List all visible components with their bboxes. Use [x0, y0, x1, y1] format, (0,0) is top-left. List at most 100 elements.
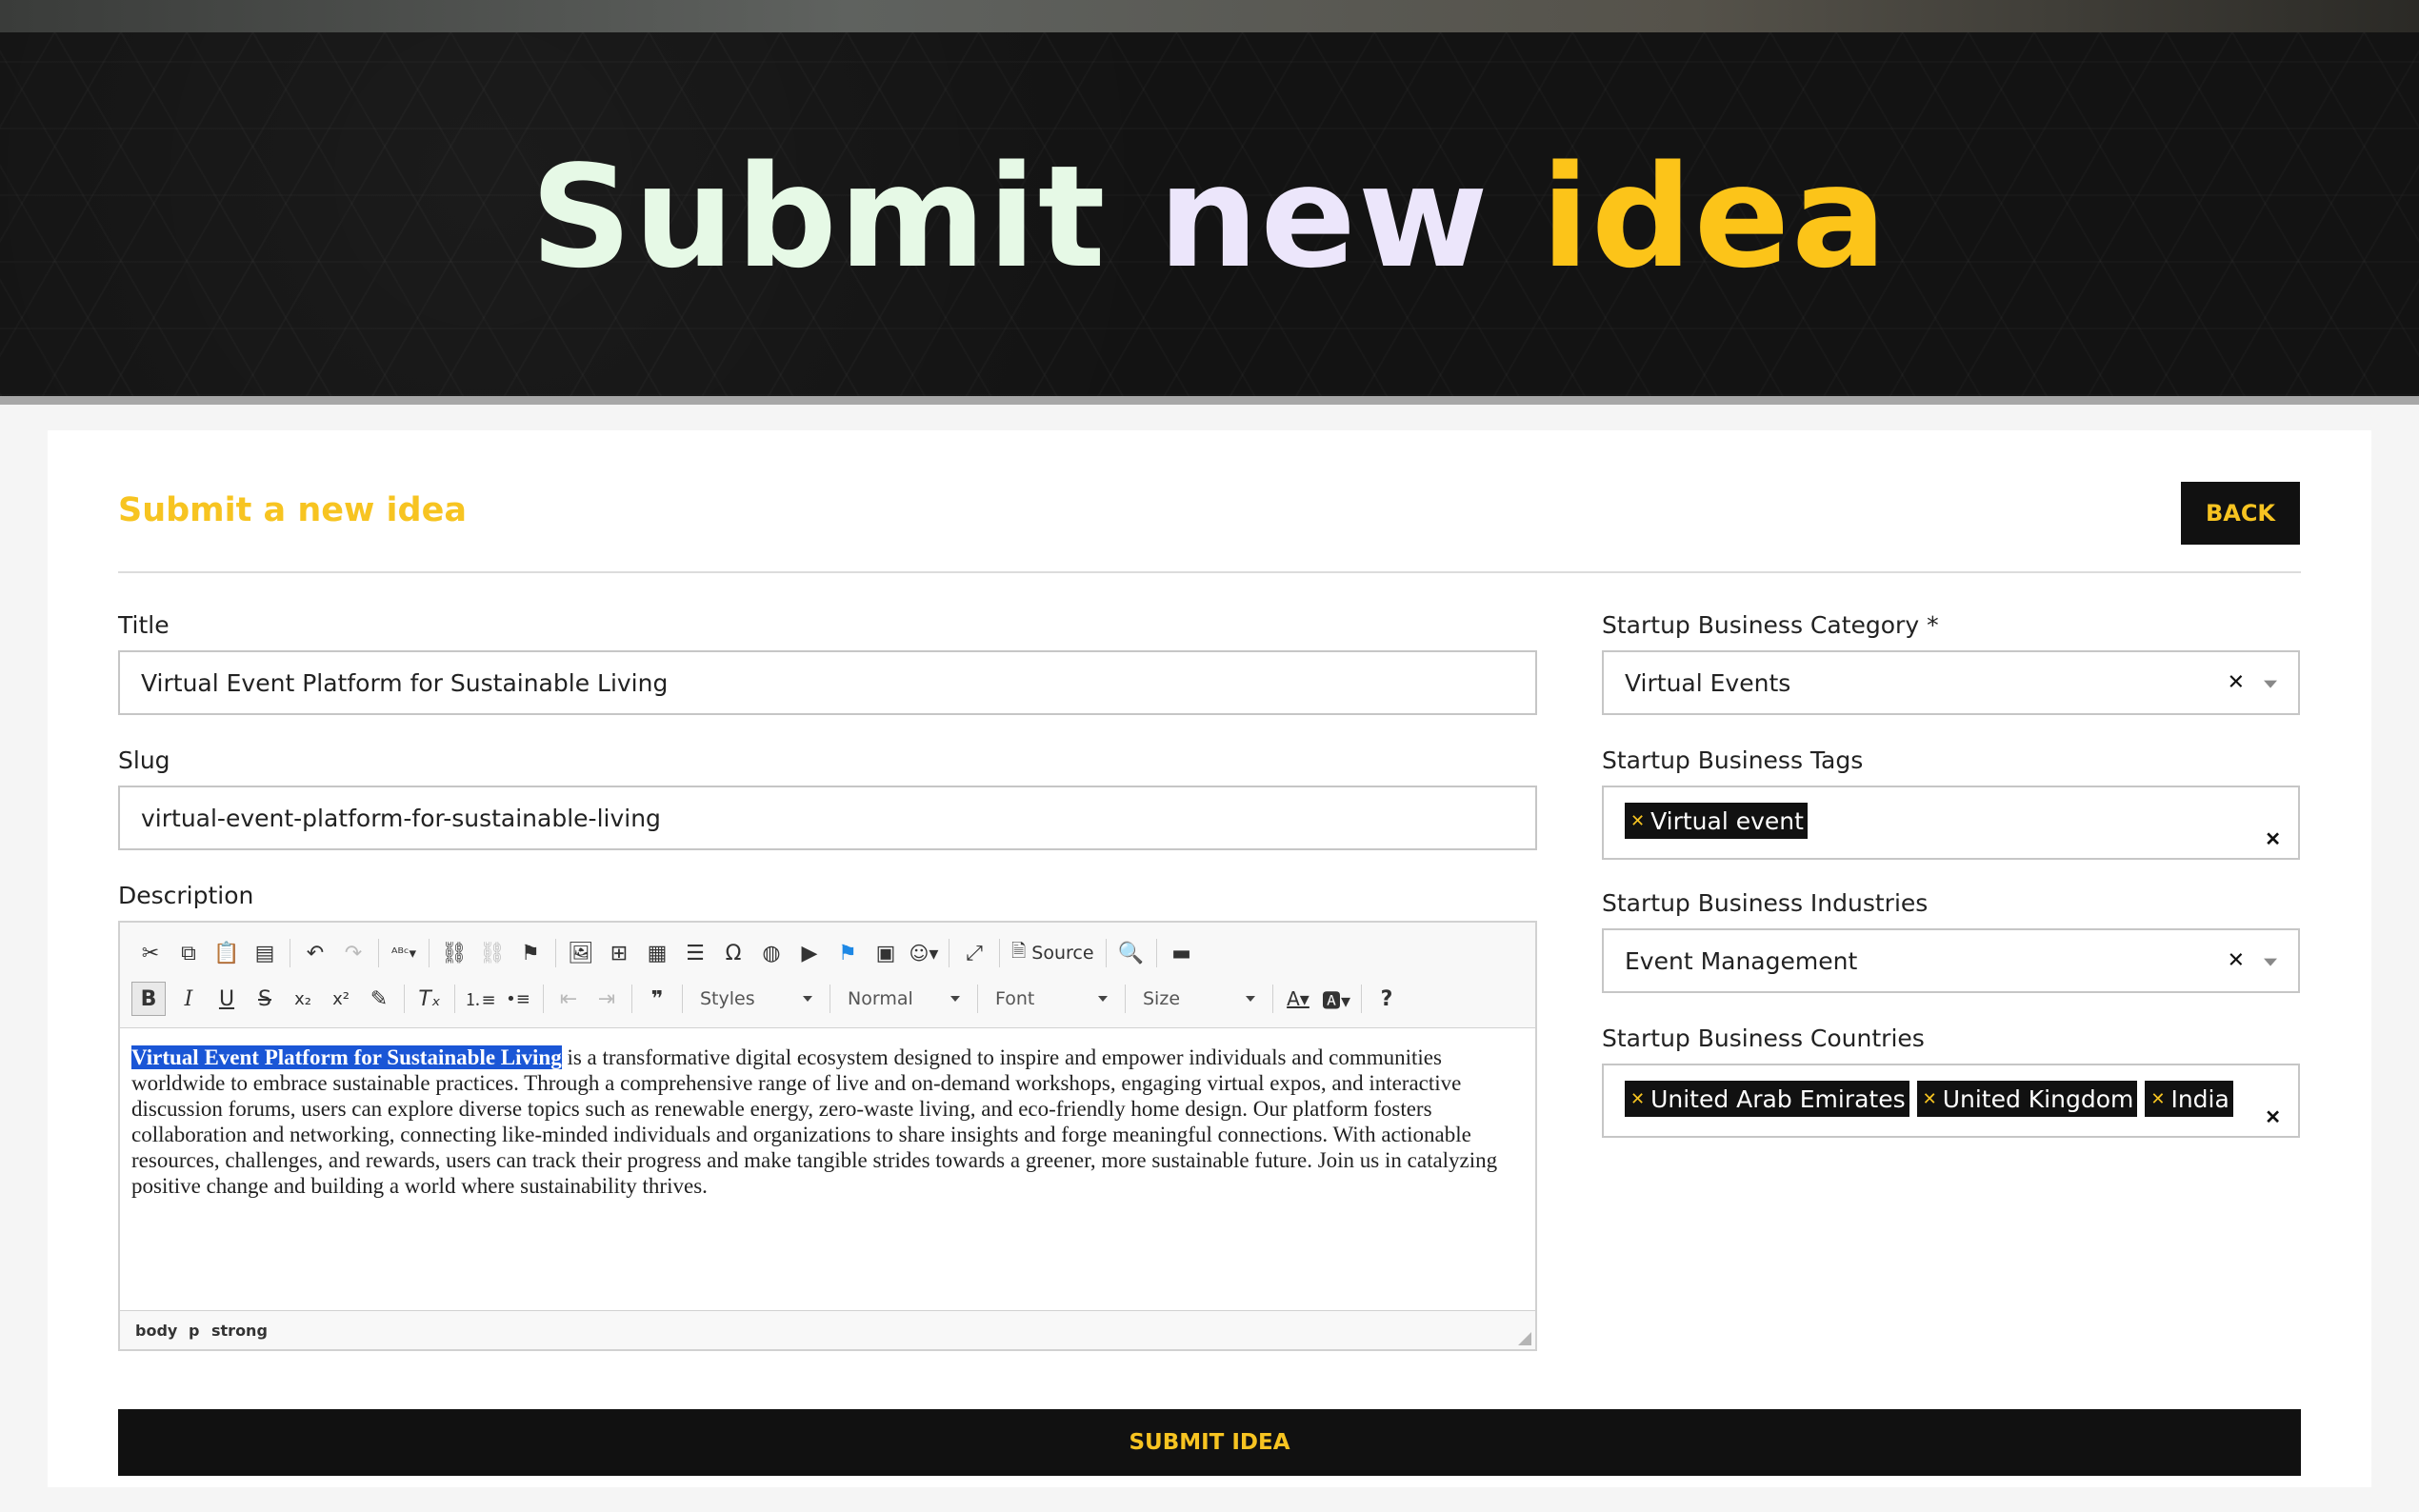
tags-label: Startup Business Tags	[1602, 746, 1864, 774]
back-button[interactable]: BACK	[2181, 482, 2300, 545]
remove-country-icon[interactable]: ✕	[1923, 1089, 1937, 1109]
clear-icon[interactable]: ✕	[2228, 671, 2245, 695]
toolbar-separator	[631, 985, 632, 1013]
strikethrough-icon[interactable]: S	[246, 982, 284, 1016]
hero-banner: Submit new idea	[0, 32, 2419, 396]
preview-icon[interactable]: 🔍	[1112, 936, 1150, 970]
source-button-label: Source	[1031, 943, 1094, 964]
styles-dropdown[interactable]: Styles	[692, 983, 820, 1015]
country-chip-label: India	[2170, 1084, 2229, 1113]
bold-icon[interactable]: B	[131, 982, 166, 1016]
redo-icon[interactable]: ↷	[334, 936, 372, 970]
resize-handle[interactable]	[1518, 1332, 1531, 1345]
blockquote-icon[interactable]: ❞	[638, 982, 676, 1016]
chevron-down-icon[interactable]	[2264, 680, 2277, 688]
browser-top-strip	[0, 0, 2419, 32]
unlink-icon[interactable]: ⛓	[473, 936, 511, 970]
horizontal-rule-icon[interactable]: ☰	[676, 936, 714, 970]
editor-content[interactable]: Virtual Event Platform for Sustainable L…	[131, 1044, 1524, 1199]
text-color-icon[interactable]: A▾	[1279, 982, 1317, 1016]
show-blocks-icon[interactable]: ▬	[1163, 936, 1201, 970]
toolbar-separator	[1361, 985, 1362, 1013]
chevron-down-icon	[950, 996, 960, 1002]
industries-select[interactable]: Event Management ✕	[1602, 928, 2300, 993]
youtube-icon[interactable]: ▣	[867, 936, 905, 970]
hero-title-word-idea: idea	[1541, 135, 1889, 299]
image-icon[interactable]: 🖼	[562, 936, 600, 970]
country-chip-label: United Kingdom	[1942, 1084, 2134, 1113]
remove-format-icon[interactable]: Tₓ	[410, 982, 449, 1016]
font-dropdown[interactable]: Font	[988, 983, 1115, 1015]
numbered-list-icon[interactable]: ⒈≡	[461, 982, 499, 1016]
category-label: Startup Business Category *	[1602, 611, 1939, 639]
emoji-icon[interactable]: ☺▾	[905, 936, 943, 970]
tags-select[interactable]: ✕ Virtual event ✕	[1602, 786, 2300, 860]
paste-icon[interactable]: 📋	[208, 936, 246, 970]
help-icon[interactable]: ?	[1368, 982, 1406, 1016]
indent-icon[interactable]: ⇥	[588, 982, 626, 1016]
anchor-flag-icon[interactable]: ⚑	[511, 936, 550, 970]
clear-all-icon[interactable]: ✕	[2265, 827, 2281, 851]
toolbar-separator	[429, 939, 430, 967]
subscript-icon[interactable]: x₂	[284, 982, 322, 1016]
maximize-icon[interactable]: ⤢	[955, 936, 993, 970]
toolbar-separator	[977, 985, 978, 1013]
outdent-icon[interactable]: ⇤	[550, 982, 588, 1016]
element-path-strong[interactable]: strong	[211, 1322, 268, 1340]
format-dropdown[interactable]: Normal	[840, 983, 968, 1015]
format-dropdown-label: Normal	[848, 988, 913, 1009]
toolbar-separator	[1105, 939, 1107, 967]
size-dropdown[interactable]: Size	[1135, 983, 1263, 1015]
bulleted-list-icon[interactable]: •≡	[499, 982, 537, 1016]
table-icon[interactable]: ▦	[638, 936, 676, 970]
paste-text-icon[interactable]: ▤	[246, 936, 284, 970]
editor-toolbar: ✂ ⧉ 📋 ▤ ↶ ↷ ᴬᴮᶜ▾ ⛓ ⛓ ⚑ 🖼 ⊞ ▦ ☰ Ω ◍ ▶ ⚑ ▣…	[120, 923, 1535, 1028]
toolbar-separator	[999, 939, 1000, 967]
image-upload-icon[interactable]: ⊞	[600, 936, 638, 970]
flash-media-icon[interactable]: ⚑	[829, 936, 867, 970]
source-button[interactable]: 🗎 Source	[1006, 938, 1100, 968]
remove-country-icon[interactable]: ✕	[2150, 1089, 2165, 1109]
video-camera-icon[interactable]: ▶	[790, 936, 829, 970]
title-input[interactable]: Virtual Event Platform for Sustainable L…	[118, 650, 1537, 715]
editor-selected-text: Virtual Event Platform for Sustainable L…	[131, 1045, 562, 1069]
submit-idea-button[interactable]: SUBMIT IDEA	[118, 1409, 2301, 1476]
special-character-icon[interactable]: Ω	[714, 936, 752, 970]
copy-icon[interactable]: ⧉	[170, 936, 208, 970]
superscript-icon[interactable]: x²	[322, 982, 360, 1016]
tag-chip-label: Virtual event	[1650, 806, 1804, 835]
toolbar-separator	[378, 939, 379, 967]
chevron-down-icon	[1246, 996, 1255, 1002]
hero-title-word-new: new	[1158, 135, 1490, 299]
countries-label: Startup Business Countries	[1602, 1025, 1925, 1052]
category-select[interactable]: Virtual Events ✕	[1602, 650, 2300, 715]
element-path-body[interactable]: body	[135, 1322, 177, 1340]
clear-icon[interactable]: ✕	[2228, 949, 2245, 973]
cut-icon[interactable]: ✂	[131, 936, 170, 970]
remove-tag-icon[interactable]: ✕	[1630, 811, 1645, 831]
background-color-icon[interactable]: 🅰▾	[1317, 982, 1355, 1016]
countries-select[interactable]: ✕ United Arab Emirates ✕ United Kingdom …	[1602, 1064, 2300, 1138]
toolbar-separator	[543, 985, 544, 1013]
category-select-value: Virtual Events	[1625, 668, 1791, 697]
industries-select-value: Event Management	[1625, 946, 1858, 975]
description-label: Description	[118, 882, 254, 909]
italic-icon[interactable]: I	[170, 982, 208, 1016]
remove-country-icon[interactable]: ✕	[1630, 1089, 1645, 1109]
chevron-down-icon[interactable]	[2264, 958, 2277, 966]
element-path-p[interactable]: p	[189, 1322, 199, 1340]
editor-status-bar: body p strong	[120, 1310, 1535, 1349]
undo-icon[interactable]: ↶	[296, 936, 334, 970]
tag-chip: ✕ Virtual event	[1625, 803, 1808, 839]
slug-label: Slug	[118, 746, 170, 774]
underline-icon[interactable]: U	[208, 982, 246, 1016]
clear-all-icon[interactable]: ✕	[2265, 1105, 2281, 1129]
link-icon[interactable]: ⛓	[435, 936, 473, 970]
toolbar-separator	[404, 985, 405, 1013]
hero-title-word-submit: Submit	[530, 135, 1108, 299]
slug-input[interactable]: virtual-event-platform-for-sustainable-l…	[118, 786, 1537, 850]
highlighter-icon[interactable]: ✎	[360, 982, 398, 1016]
iframe-globe-icon[interactable]: ◍	[752, 936, 790, 970]
rich-text-editor[interactable]: ✂ ⧉ 📋 ▤ ↶ ↷ ᴬᴮᶜ▾ ⛓ ⛓ ⚑ 🖼 ⊞ ▦ ☰ Ω ◍ ▶ ⚑ ▣…	[118, 921, 1537, 1351]
spellcheck-icon[interactable]: ᴬᴮᶜ▾	[385, 936, 423, 970]
